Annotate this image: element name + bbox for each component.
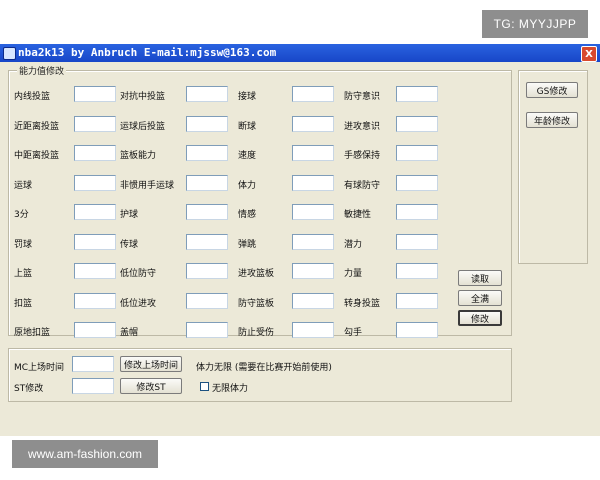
ability-label: 情感 bbox=[238, 210, 257, 220]
ability-field[interactable] bbox=[74, 145, 116, 161]
window-title: nba2k13 by Anbruch E-mail:mjssw@163.com bbox=[18, 46, 277, 59]
ability-label: 运球后投篮 bbox=[120, 122, 166, 132]
ability-label: 进攻篮板 bbox=[238, 269, 275, 279]
ability-field[interactable] bbox=[186, 116, 228, 132]
ability-field[interactable] bbox=[186, 145, 228, 161]
ability-field[interactable] bbox=[292, 293, 334, 309]
unlimited-stamina-checkbox[interactable] bbox=[200, 382, 209, 391]
ability-label: 断球 bbox=[238, 122, 257, 132]
ability-label: 体力 bbox=[238, 181, 257, 191]
st-field[interactable] bbox=[72, 378, 114, 394]
ability-label: 运球 bbox=[14, 181, 33, 191]
ability-label: 防止受伤 bbox=[238, 328, 275, 338]
ability-label: 速度 bbox=[238, 151, 257, 161]
ability-field[interactable] bbox=[186, 86, 228, 102]
ability-label: 敏捷性 bbox=[344, 210, 372, 220]
ability-label: 上篮 bbox=[14, 269, 33, 279]
st-modify-button[interactable]: 修改ST bbox=[120, 378, 182, 394]
ability-field[interactable] bbox=[396, 204, 438, 220]
ability-label: 手感保持 bbox=[344, 151, 381, 161]
ability-label: 内线投篮 bbox=[14, 92, 51, 102]
stamina-note: 体力无限 (需要在比赛开始前使用) bbox=[196, 363, 332, 373]
ability-field[interactable] bbox=[292, 116, 334, 132]
ability-label: 低位进攻 bbox=[120, 299, 157, 309]
ability-field[interactable] bbox=[186, 293, 228, 309]
ability-label: 中距离投篮 bbox=[14, 151, 60, 161]
mc-time-button[interactable]: 修改上场时间 bbox=[120, 356, 182, 372]
ability-field[interactable] bbox=[74, 175, 116, 191]
age-modify-button[interactable]: 年龄修改 bbox=[526, 112, 578, 128]
ability-field[interactable] bbox=[292, 322, 334, 338]
unlimited-stamina-label: 无限体力 bbox=[212, 384, 249, 394]
ability-label: 接球 bbox=[238, 92, 257, 102]
ability-field[interactable] bbox=[74, 234, 116, 250]
st-label: ST修改 bbox=[14, 384, 44, 394]
ability-field[interactable] bbox=[292, 86, 334, 102]
ability-field[interactable] bbox=[396, 322, 438, 338]
ability-label: 低位防守 bbox=[120, 269, 157, 279]
ability-label: 有球防守 bbox=[344, 181, 381, 191]
ability-label: 进攻意识 bbox=[344, 122, 381, 132]
mc-time-field[interactable] bbox=[72, 356, 114, 372]
ability-label: 勾手 bbox=[344, 328, 363, 338]
ability-label: 弹跳 bbox=[238, 240, 257, 250]
app-icon bbox=[3, 47, 16, 60]
ability-field[interactable] bbox=[396, 116, 438, 132]
ability-label: 力量 bbox=[344, 269, 363, 279]
ability-field[interactable] bbox=[396, 86, 438, 102]
ability-label: 近距离投篮 bbox=[14, 122, 60, 132]
ability-label: 罚球 bbox=[14, 240, 33, 250]
ability-label: 转身投篮 bbox=[344, 299, 381, 309]
ability-field[interactable] bbox=[74, 204, 116, 220]
ability-field[interactable] bbox=[396, 145, 438, 161]
ability-label: 3分 bbox=[14, 210, 29, 220]
watermark-top: TG: MYYJJPP bbox=[482, 10, 588, 38]
ability-label: 传球 bbox=[120, 240, 139, 250]
ability-field[interactable] bbox=[292, 145, 334, 161]
gs-modify-button[interactable]: GS修改 bbox=[526, 82, 578, 98]
ability-field[interactable] bbox=[396, 293, 438, 309]
ability-label: 潜力 bbox=[344, 240, 363, 250]
close-button[interactable]: X bbox=[581, 46, 597, 62]
ability-label: 盖帽 bbox=[120, 328, 139, 338]
ability-field[interactable] bbox=[74, 263, 116, 279]
ability-field[interactable] bbox=[186, 322, 228, 338]
ability-label: 篮板能力 bbox=[120, 151, 157, 161]
ability-field[interactable] bbox=[186, 175, 228, 191]
ability-field[interactable] bbox=[186, 204, 228, 220]
ability-field[interactable] bbox=[292, 263, 334, 279]
ability-label: 扣篮 bbox=[14, 299, 33, 309]
ability-field[interactable] bbox=[186, 234, 228, 250]
ability-field[interactable] bbox=[396, 175, 438, 191]
modify-button[interactable]: 修改 bbox=[458, 310, 502, 326]
watermark-bottom: www.am-fashion.com bbox=[12, 440, 158, 468]
ability-field[interactable] bbox=[396, 234, 438, 250]
ability-field[interactable] bbox=[186, 263, 228, 279]
side-groupbox bbox=[518, 70, 588, 264]
ability-field[interactable] bbox=[74, 293, 116, 309]
ability-field[interactable] bbox=[74, 116, 116, 132]
mc-time-label: MC上场时间 bbox=[14, 363, 65, 373]
ability-field[interactable] bbox=[292, 175, 334, 191]
ability-field[interactable] bbox=[74, 322, 116, 338]
ability-label: 原地扣篮 bbox=[14, 328, 51, 338]
ability-label: 防守篮板 bbox=[238, 299, 275, 309]
ability-label: 非惯用手运球 bbox=[120, 181, 175, 191]
ability-field[interactable] bbox=[292, 234, 334, 250]
ability-field[interactable] bbox=[396, 263, 438, 279]
title-bar: nba2k13 by Anbruch E-mail:mjssw@163.com … bbox=[0, 44, 600, 62]
ability-field[interactable] bbox=[74, 86, 116, 102]
ability-label: 对抗中投篮 bbox=[120, 92, 166, 102]
ability-field[interactable] bbox=[292, 204, 334, 220]
ability-label: 护球 bbox=[120, 210, 139, 220]
app-window: nba2k13 by Anbruch E-mail:mjssw@163.com … bbox=[0, 44, 600, 436]
fill-button[interactable]: 全满 bbox=[458, 290, 502, 306]
read-button[interactable]: 读取 bbox=[458, 270, 502, 286]
ability-group-legend: 能力值修改 bbox=[17, 64, 67, 77]
ability-label: 防守意识 bbox=[344, 92, 381, 102]
